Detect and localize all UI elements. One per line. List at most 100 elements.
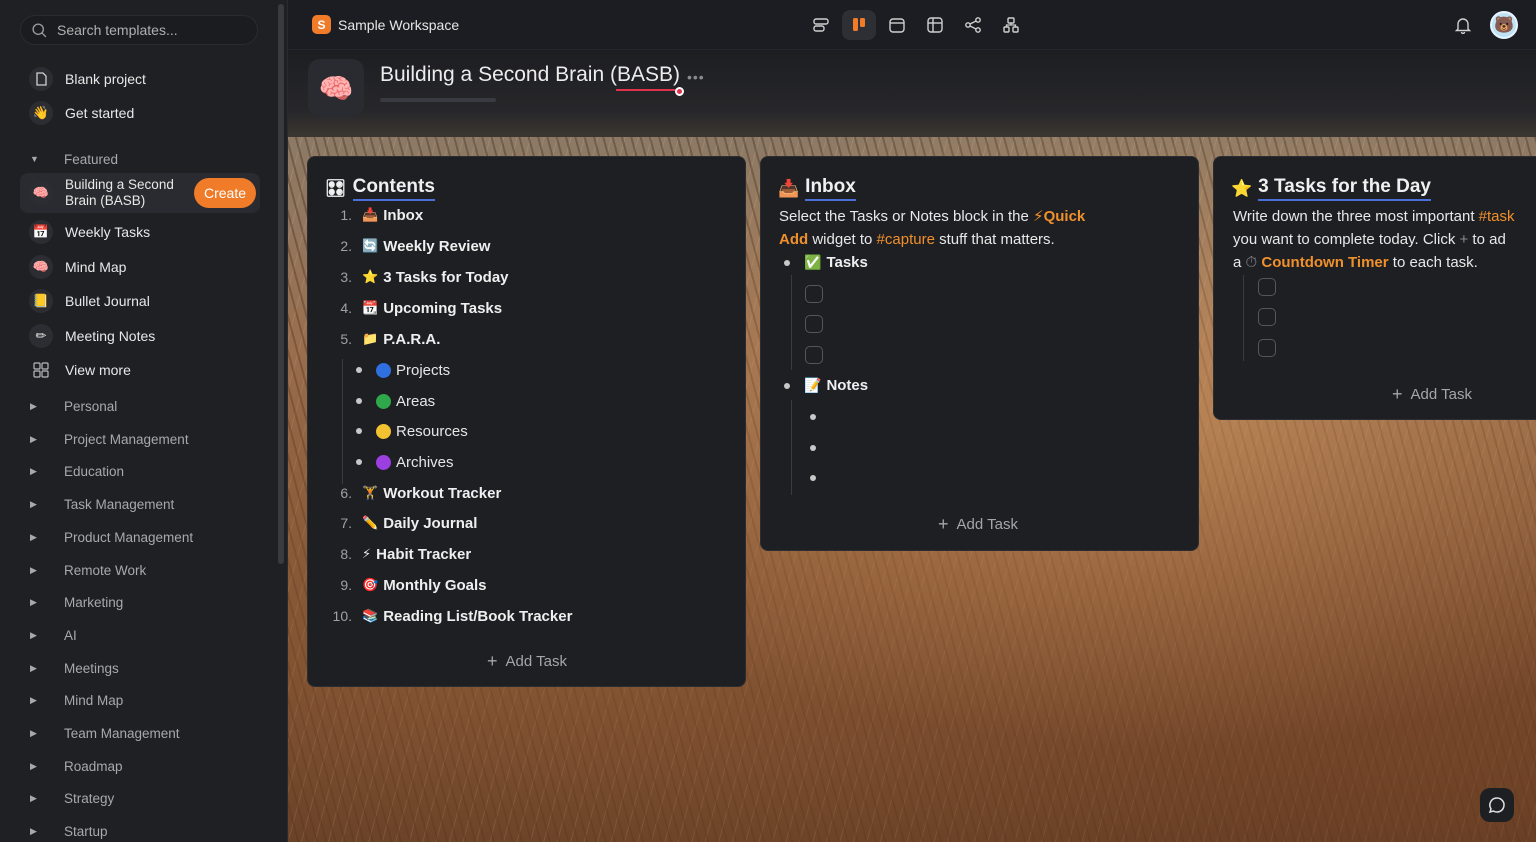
item-label[interactable]: P.A.R.A. [383, 331, 440, 348]
category-startup[interactable]: ▶ Startup [30, 819, 108, 842]
contents-item[interactable]: 10. 📚 Reading List/Book Tracker [326, 605, 573, 627]
task-tag[interactable]: #task [1479, 208, 1515, 225]
calendar-view-icon[interactable] [880, 10, 914, 40]
contents-item[interactable]: 8. ⚡ Habit Tracker [326, 543, 471, 565]
create-button[interactable]: Create [194, 178, 256, 208]
note-bullet[interactable] [810, 414, 816, 420]
category-mind-map[interactable]: ▶ Mind Map [30, 688, 123, 712]
add-task-button[interactable]: + Add Task [487, 651, 567, 672]
category-personal[interactable]: ▶ Personal [30, 394, 117, 418]
item-label[interactable]: Upcoming Tasks [383, 300, 502, 317]
note-bullet[interactable] [810, 475, 816, 481]
task-checkbox[interactable] [805, 346, 823, 364]
contents-card[interactable]: 🎛 Contents 1. 📥 Inbox 2. 🔄 Weekly Review 3. ⭐ 3 T… [307, 156, 746, 687]
sidebar-item-weekly-tasks[interactable]: 📅 Weekly Tasks [20, 216, 260, 248]
inbox-title[interactable]: 📥 Inbox [778, 176, 856, 201]
sidebar-item-mind-map[interactable]: 🧠 Mind Map [20, 251, 260, 283]
item-label[interactable]: Daily Journal [383, 515, 477, 532]
chat-button[interactable] [1480, 788, 1514, 822]
task-checkbox[interactable] [1258, 339, 1276, 357]
task-checkbox[interactable] [805, 285, 823, 303]
three-tasks-title[interactable]: ⭐ 3 Tasks for the Day [1231, 176, 1431, 201]
caret-right-icon: ▶ [30, 792, 37, 803]
capture-tag[interactable]: #capture [877, 231, 935, 248]
mindmap-view-icon[interactable] [956, 10, 990, 40]
item-label[interactable]: 3 Tasks for Today [383, 269, 508, 286]
inbox-card[interactable]: 📥 Inbox Select the Tasks or Notes block i… [760, 156, 1199, 551]
item-label[interactable]: Reading List/Book Tracker [383, 608, 572, 625]
item-emoji-icon: 🏋 [362, 485, 379, 500]
caret-right-icon: ▶ [30, 694, 37, 705]
category-project-management[interactable]: ▶ Project Management [30, 427, 189, 451]
sidebar-item-meeting-notes[interactable]: ✏ Meeting Notes [20, 320, 260, 352]
contents-item[interactable]: 6. 🏋 Workout Tracker [326, 482, 501, 504]
contents-item[interactable]: 3. ⭐ 3 Tasks for Today [326, 266, 508, 288]
view-switcher [804, 10, 1028, 40]
page-title[interactable]: Building a Second Brain (BASB) [380, 63, 684, 96]
tasks-block[interactable]: ✅ Tasks [784, 254, 868, 271]
category-meetings[interactable]: ▶ Meetings [30, 656, 119, 680]
item-number: 2. [340, 238, 352, 254]
task-checkbox[interactable] [1258, 278, 1276, 296]
featured-toggle[interactable]: ▼ Featured [30, 147, 118, 171]
contents-item[interactable]: 9. 🎯 Monthly Goals [326, 574, 486, 596]
task-checkbox[interactable] [1258, 308, 1276, 326]
table-view-icon[interactable] [918, 10, 952, 40]
para-item[interactable]: Resources [356, 420, 468, 442]
countdown-timer-link[interactable]: Countdown Timer [1261, 254, 1388, 271]
template-sidebar: Blank project 👋 Get started ▼ Featured 🧠… [0, 0, 288, 842]
contents-item[interactable]: 4. 📆 Upcoming Tasks [326, 297, 502, 319]
contents-item[interactable]: 7. ✏️ Daily Journal [326, 512, 477, 534]
sidebar-item-view-more[interactable]: View more [20, 354, 260, 386]
quick-add-link[interactable]: ⚡Quick [1033, 208, 1085, 225]
para-item[interactable]: Areas [356, 390, 435, 412]
para-indent-line [342, 359, 343, 484]
avatar[interactable]: 🐻 [1490, 11, 1518, 39]
sidebar-scrollbar[interactable] [278, 4, 284, 564]
board-view-icon[interactable] [842, 10, 876, 40]
add-task-button[interactable]: + Add Task [938, 514, 1018, 535]
category-roadmap[interactable]: ▶ Roadmap [30, 754, 123, 778]
org-chart-view-icon[interactable] [994, 10, 1028, 40]
search-input[interactable] [57, 22, 237, 38]
inbox-description: Select the Tasks or Notes block in the ⚡… [779, 208, 1086, 248]
category-strategy[interactable]: ▶ Strategy [30, 786, 114, 810]
add-task-button[interactable]: + Add Task [1392, 384, 1472, 405]
category-product-management[interactable]: ▶ Product Management [30, 525, 193, 549]
sidebar-item-blank-project[interactable]: Blank project [20, 63, 260, 95]
brain-icon[interactable]: 🧠 [308, 59, 364, 117]
three-tasks-card[interactable]: ⭐ 3 Tasks for the Day Write down the thre… [1213, 156, 1536, 420]
contents-item[interactable]: 5. 📁 P.A.R.A. [326, 328, 440, 350]
category-team-management[interactable]: ▶ Team Management [30, 721, 180, 745]
note-bullet[interactable] [810, 445, 816, 451]
bell-icon[interactable] [1454, 16, 1472, 34]
task-checkbox[interactable] [805, 315, 823, 333]
sidebar-item-get-started[interactable]: 👋 Get started [20, 97, 260, 129]
item-label[interactable]: Monthly Goals [383, 577, 486, 594]
item-emoji-icon: 📥 [362, 207, 379, 222]
sidebar-item-bullet-journal[interactable]: 📒 Bullet Journal [20, 285, 260, 317]
category-remote-work[interactable]: ▶ Remote Work [30, 558, 146, 582]
contents-title[interactable]: 🎛 Contents [325, 176, 435, 201]
contents-item[interactable]: 1. 📥 Inbox [326, 204, 423, 226]
item-label[interactable]: Workout Tracker [383, 485, 501, 502]
category-ai[interactable]: ▶ AI [30, 623, 77, 647]
item-emoji-icon: ✏️ [362, 515, 379, 530]
item-label[interactable]: Weekly Review [383, 238, 490, 255]
para-item[interactable]: Projects [356, 359, 450, 381]
item-label[interactable]: Habit Tracker [376, 546, 471, 563]
category-education[interactable]: ▶ Education [30, 459, 124, 483]
sidebar-item-basb[interactable]: 🧠 Building a Second Brain (BASB) Create [20, 173, 260, 213]
item-label[interactable]: Inbox [383, 207, 423, 224]
para-item[interactable]: Archives [356, 451, 454, 473]
contents-item[interactable]: 2. 🔄 Weekly Review [326, 235, 490, 257]
workspace-switcher[interactable]: S Sample Workspace [312, 15, 459, 34]
category-task-management[interactable]: ▶ Task Management [30, 492, 174, 516]
grid-icon [29, 358, 53, 382]
top-bar: S Sample Workspace 🐻 [288, 0, 1536, 50]
category-marketing[interactable]: ▶ Marketing [30, 590, 123, 614]
template-search[interactable] [20, 15, 258, 45]
list-view-icon[interactable] [804, 10, 838, 40]
more-options-icon[interactable]: ••• [687, 69, 705, 85]
notes-block[interactable]: 📝 Notes [784, 377, 868, 394]
